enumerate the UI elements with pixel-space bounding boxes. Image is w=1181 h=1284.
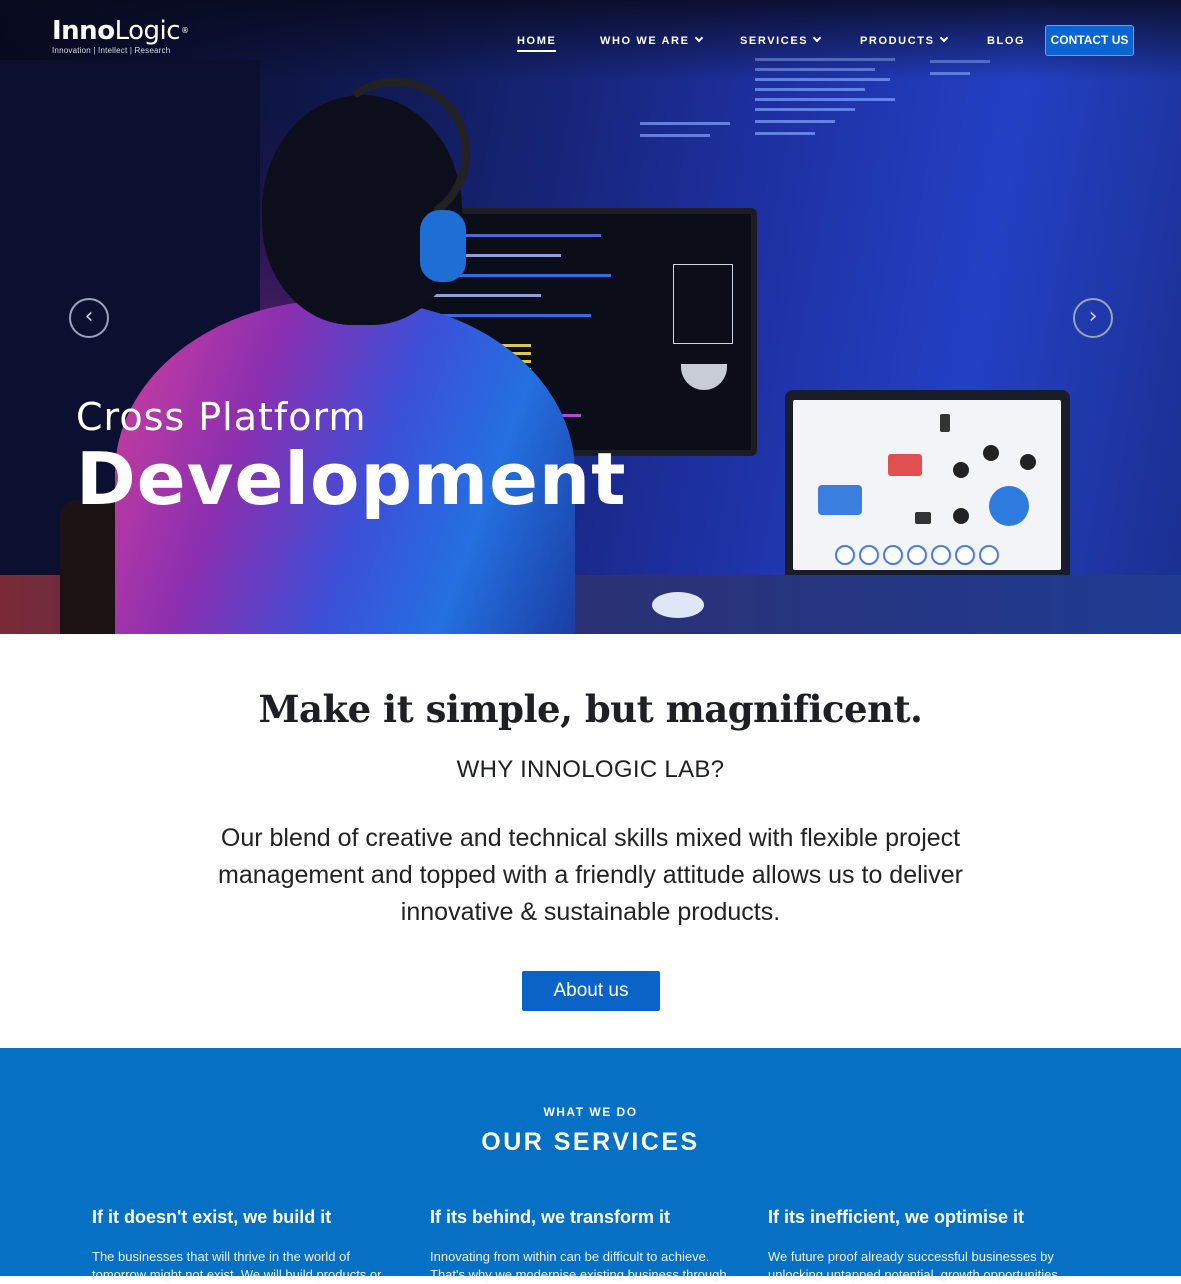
logo-tagline: Innovation | Intellect | Research	[52, 46, 171, 55]
intro-text: Our blend of creative and technical skil…	[218, 824, 963, 926]
nav-item-blog[interactable]: BLOG	[987, 35, 1025, 47]
contact-us-button[interactable]: CONTACT US	[1045, 25, 1134, 56]
chevron-right-icon: ›	[1088, 304, 1098, 329]
service-heading: If its behind, we transform it	[430, 1207, 671, 1227]
slider-prev-button[interactable]: ‹	[69, 298, 109, 338]
service-card: If it doesn't exist, we build it The bus…	[92, 1206, 402, 1284]
laptop-image	[739, 390, 1116, 622]
chart-thumbnail	[673, 264, 733, 344]
headphone-image	[420, 210, 466, 282]
bowl-thumbnail	[681, 364, 727, 390]
tagline: Make it simple, but magnificent.	[258, 687, 923, 731]
logo-wordmark: InnoLogic®	[52, 16, 189, 46]
hero-slider: Cross Platform Development ‹ › InnoLogic…	[0, 0, 1181, 634]
service-heading: If its inefficient, we optimise it	[768, 1207, 1025, 1227]
service-text: Innovating from within can be difficult …	[430, 1249, 727, 1282]
mouse-image	[652, 592, 704, 618]
service-card: If its behind, we transform it Innovatin…	[430, 1206, 740, 1284]
top-navigation: InnoLogic® Innovation | Intellect | Rese…	[0, 0, 1181, 80]
about-us-button[interactable]: About us	[522, 971, 660, 1011]
chevron-down-icon	[694, 33, 703, 43]
hero-title: Development	[76, 437, 627, 521]
hero-subtitle: Cross Platform	[76, 395, 367, 439]
services-title: OUR SERVICES	[481, 1128, 700, 1156]
service-card: If its inefficient, we optimise it We fu…	[768, 1206, 1078, 1284]
service-text: We future proof already successful busin…	[768, 1249, 1058, 1282]
nav-item-products[interactable]: PRODUCTS	[860, 33, 948, 47]
nav-item-services[interactable]: SERVICES	[740, 33, 822, 47]
chevron-down-icon	[939, 33, 948, 43]
slider-next-button[interactable]: ›	[1073, 298, 1113, 338]
service-text: The businesses that will thrive in the w…	[92, 1249, 382, 1282]
services-eyebrow: WHAT WE DO	[543, 1105, 638, 1119]
services-section: WHAT WE DO OUR SERVICES If it doesn't ex…	[0, 1048, 1181, 1282]
intro-section: Make it simple, but magnificent. WHY INN…	[0, 634, 1181, 1048]
why-heading: WHY INNOLOGIC LAB?	[456, 756, 725, 783]
nav-item-home[interactable]: HOME	[517, 35, 557, 52]
logo[interactable]: InnoLogic® Innovation | Intellect | Rese…	[52, 16, 189, 56]
chevron-down-icon	[812, 33, 822, 43]
hero-caption: Cross Platform Development	[76, 396, 627, 520]
nav-item-who-we-are[interactable]: WHO WE ARE	[600, 33, 703, 47]
chevron-left-icon: ‹	[84, 304, 94, 329]
service-heading: If it doesn't exist, we build it	[92, 1207, 332, 1227]
